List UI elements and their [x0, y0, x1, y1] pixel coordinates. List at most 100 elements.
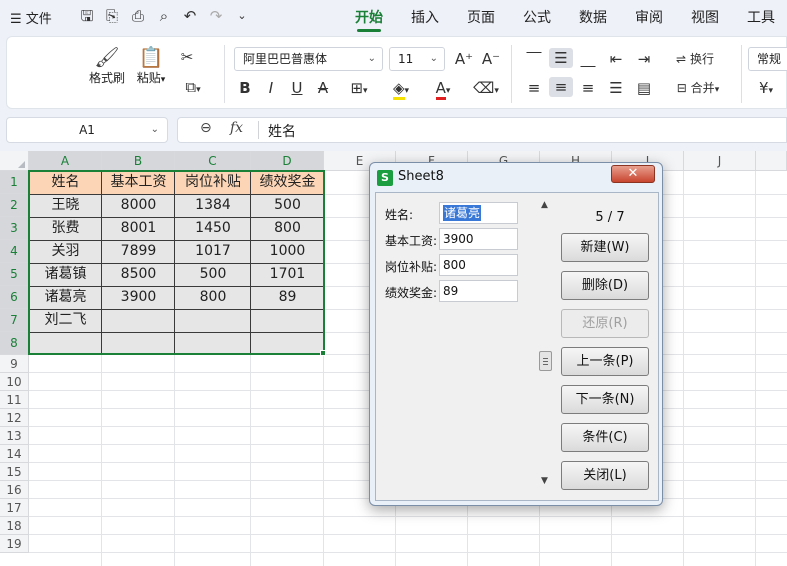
save-icon[interactable]: 🖫 [77, 6, 97, 26]
dialog-close-button[interactable]: ✕ [611, 165, 655, 183]
row-header-19[interactable]: 19 [0, 535, 29, 553]
tab-tools[interactable]: 工具 [747, 7, 775, 27]
scroll-down-icon[interactable]: ▼ [541, 476, 548, 486]
italic-button[interactable]: I [261, 78, 281, 98]
tab-home[interactable]: 开始 [355, 7, 383, 27]
record-scrollbar[interactable]: ▲ ▼ [538, 200, 554, 487]
name-box[interactable]: A1 ⌄ [6, 117, 168, 143]
gridline [101, 355, 102, 566]
row-header-1[interactable]: 1 [0, 171, 29, 194]
delete-record-button[interactable]: 删除(D) [561, 271, 649, 300]
scrollbar-thumb[interactable] [539, 351, 552, 371]
hamburger-icon: ☰ [10, 12, 22, 27]
row-header-16[interactable]: 16 [0, 481, 29, 499]
row-header-2[interactable]: 2 [0, 194, 29, 217]
merge-button[interactable]: ⊟ 合并▾ [665, 78, 731, 100]
font-name-select[interactable]: 阿里巴巴普惠体 ⌄ [234, 47, 383, 71]
decrease-font-icon[interactable]: A⁻ [481, 49, 501, 69]
gridline [683, 171, 684, 566]
row-header-3[interactable]: 3 [0, 217, 29, 240]
print-icon[interactable]: ⎙ [128, 6, 148, 26]
field-input-allowance[interactable]: 800 [439, 254, 518, 276]
row-header-9[interactable]: 9 [0, 355, 29, 373]
font-color-button[interactable]: A▾ [425, 78, 461, 101]
chevron-down-icon[interactable]: ⌄ [232, 6, 252, 26]
column-header-c[interactable]: C [175, 151, 251, 171]
justify-icon[interactable]: ☰ [605, 78, 627, 98]
fill-color-icon[interactable]: ◈▾ [383, 78, 419, 101]
align-middle-icon[interactable]: ☰ [549, 48, 573, 68]
restore-button[interactable]: 还原(R) [561, 309, 649, 338]
distribute-icon[interactable]: ▤ [633, 78, 655, 98]
eraser-icon[interactable]: ⌫▾ [469, 78, 503, 101]
field-input-bonus[interactable]: 89 [439, 280, 518, 302]
row-header-13[interactable]: 13 [0, 427, 29, 445]
align-left-icon[interactable]: ≡ [523, 78, 545, 98]
tab-formulas[interactable]: 公式 [523, 7, 551, 27]
align-right-icon[interactable]: ≡ [577, 78, 599, 98]
tab-review[interactable]: 审阅 [635, 7, 663, 27]
row-header-4[interactable]: 4 [0, 240, 29, 263]
increase-indent-icon[interactable]: ⇥ [633, 49, 655, 69]
file-menu[interactable]: ☰ 文件 [10, 8, 52, 27]
gridline [29, 552, 787, 553]
row-header-17[interactable]: 17 [0, 499, 29, 517]
row-header-14[interactable]: 14 [0, 445, 29, 463]
criteria-button[interactable]: 条件(C) [561, 423, 649, 452]
align-bottom-icon[interactable]: ⎽ [577, 49, 599, 69]
decrease-indent-icon[interactable]: ⇤ [605, 49, 627, 69]
copy-icon[interactable]: ⧉▾ [177, 77, 209, 100]
scroll-up-icon[interactable]: ▲ [541, 200, 548, 210]
ribbon-divider [741, 45, 742, 103]
strikethrough-button[interactable]: A [313, 78, 333, 98]
gridline [323, 355, 324, 566]
fill-handle[interactable] [320, 350, 326, 356]
borders-icon[interactable]: ⊞▾ [343, 78, 375, 101]
close-dialog-button[interactable]: 关闭(L) [561, 461, 649, 490]
previous-record-button[interactable]: 上一条(P) [561, 347, 649, 376]
row-header-8[interactable]: 8 [0, 332, 29, 355]
row-header-12[interactable]: 12 [0, 409, 29, 427]
format-painter-button[interactable]: 🖌 格式刷 [87, 45, 127, 86]
column-header-b[interactable]: B [102, 151, 175, 171]
row-header-15[interactable]: 15 [0, 463, 29, 481]
column-header-j[interactable]: J [684, 151, 756, 171]
align-top-icon[interactable]: ⎺ [523, 49, 545, 69]
row-header-5[interactable]: 5 [0, 263, 29, 286]
field-input-name[interactable]: 诸葛亮 [439, 202, 518, 224]
tab-data[interactable]: 数据 [579, 7, 607, 27]
function-icon[interactable]: fx [230, 120, 243, 136]
new-record-button[interactable]: 新建(W) [561, 233, 649, 262]
tab-insert[interactable]: 插入 [411, 7, 439, 27]
column-header-a[interactable]: A [29, 151, 102, 171]
tab-page[interactable]: 页面 [467, 7, 495, 27]
row-header-6[interactable]: 6 [0, 286, 29, 309]
field-input-base-salary[interactable]: 3900 [439, 228, 518, 250]
row-header-7[interactable]: 7 [0, 309, 29, 332]
select-all-corner[interactable] [0, 151, 29, 171]
align-center-icon[interactable]: ≡ [549, 77, 573, 97]
gridline [174, 355, 175, 566]
redo-icon[interactable]: ↷ [206, 6, 226, 26]
print-preview-icon[interactable]: ⌕ [154, 6, 174, 26]
underline-button[interactable]: U [287, 78, 307, 98]
paste-button[interactable]: 📋 粘贴▾ [131, 45, 171, 86]
next-record-button[interactable]: 下一条(N) [561, 385, 649, 414]
row-header-10[interactable]: 10 [0, 373, 29, 391]
formula-input[interactable]: ⊖ fx 姓名 [177, 117, 787, 143]
zoom-icon[interactable]: ⊖ [200, 120, 212, 136]
column-header-d[interactable]: D [251, 151, 324, 171]
export-icon[interactable]: ⎘ [102, 6, 122, 26]
tab-view[interactable]: 视图 [691, 7, 719, 27]
increase-font-icon[interactable]: A⁺ [454, 49, 474, 69]
font-size-select[interactable]: 11 ⌄ [389, 47, 445, 71]
bold-button[interactable]: B [235, 78, 255, 98]
number-format-select[interactable]: 常规 [748, 47, 787, 71]
row-header-11[interactable]: 11 [0, 391, 29, 409]
undo-icon[interactable]: ↶ [180, 6, 200, 26]
row-header-18[interactable]: 18 [0, 517, 29, 535]
column-header-k[interactable] [756, 151, 787, 171]
wrap-text-button[interactable]: ⇌ 换行 [665, 49, 725, 69]
cut-icon[interactable]: ✂ [177, 47, 197, 67]
currency-button[interactable]: ¥▾ [751, 78, 781, 101]
